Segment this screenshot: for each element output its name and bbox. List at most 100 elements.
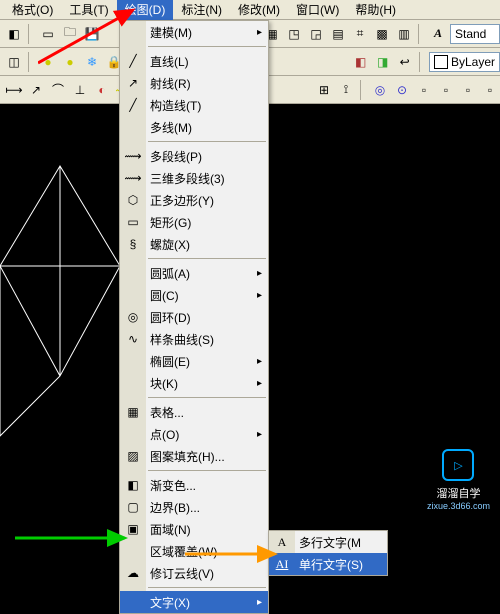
tool4-icon[interactable]: ⌗ [350,24,370,44]
tool-b-icon[interactable]: ⟟ [336,80,356,100]
submenu-arrow-icon: ▸ [257,429,262,440]
layeriso-icon[interactable]: ◧ [351,52,371,72]
submenu-arrow-icon: ▸ [257,597,262,608]
menu-label: 边界(B)... [150,499,200,516]
menu-spline[interactable]: ∿ 样条曲线(S) [120,328,268,350]
pline3d-icon: ⟿ [123,168,143,188]
tool3-icon[interactable]: ▤ [328,24,348,44]
menu-label: 直线(L) [150,53,189,70]
layeriso2-icon[interactable]: ◨ [373,52,393,72]
separator [418,24,424,44]
menu-label: 表格... [150,404,184,421]
submenu-dtext[interactable]: AI 单行文字(S) [269,553,387,575]
menu-label: 圆(C) [150,287,179,304]
tool2-icon[interactable]: ◲ [306,24,326,44]
dim-linear-icon[interactable]: ⟼ [4,80,24,100]
menu-dim[interactable]: 标注(N) [173,0,230,20]
menu-region[interactable]: ▣ 面域(N) [120,518,268,540]
submenu-arrow-icon: ▸ [257,268,262,279]
menu-hatch[interactable]: ▨ 图案填充(H)... [120,445,268,467]
menu-ellipse[interactable]: 椭圆(E) ▸ [120,350,268,372]
menu-label: 射线(R) [150,75,191,92]
menu-table[interactable]: ▦ 表格... [120,401,268,423]
menu-label: 构造线(T) [150,97,201,114]
color-combo[interactable]: ByLayer [429,52,500,72]
layprev-icon[interactable]: ↩ [395,52,415,72]
menu-label: 圆弧(A) [150,265,190,282]
menu-label: 多行文字(M [299,534,361,551]
dim-ord-icon[interactable]: ⊥ [70,80,90,100]
menu-label: 多段线(P) [150,148,202,165]
dim-aligned-icon[interactable]: ↗ [26,80,46,100]
disp1-icon[interactable]: ▫ [414,80,434,100]
menu-label: 样条曲线(S) [150,331,214,348]
menu-label: 矩形(G) [150,214,191,231]
menu-label: 多线(M) [150,119,192,136]
red-arrow-annotation [38,8,148,68]
helix-icon: § [123,234,143,254]
menu-separator [148,470,266,471]
tool-a-icon[interactable]: ⊞ [314,80,334,100]
watermark: ▷ 溜溜自学 zixue.3d66.com [427,449,490,511]
separator [360,80,366,100]
calc-icon[interactable]: ▩ [372,24,392,44]
props-icon[interactable]: ▥ [394,24,414,44]
tool1-icon[interactable]: ◳ [284,24,304,44]
submenu-arrow-icon: ▸ [257,356,262,367]
separator [28,52,34,72]
menu-block[interactable]: 块(K) ▸ [120,372,268,394]
submenu-mtext[interactable]: A 多行文字(M [269,531,387,553]
menu-label: 圆环(D) [150,309,191,326]
text-style-combo[interactable]: Stand [450,24,500,44]
rect-icon: ▭ [123,212,143,232]
menu-donut[interactable]: ◎ 圆环(D) [120,306,268,328]
disp3-icon[interactable]: ▫ [458,80,478,100]
menu-help[interactable]: 帮助(H) [347,0,404,20]
menu-modify[interactable]: 修改(M) [230,0,288,20]
green-arrow-annotation [15,523,135,553]
menu-pline[interactable]: ⟿ 多段线(P) [120,145,268,167]
flyout-icon[interactable]: ◧ [4,24,24,44]
menu-label: 三维多段线(3) [150,170,225,187]
draw-dropdown-menu: 建模(M) ▸ ╱ 直线(L) ↗ 射线(R) ╱ 构造线(T) 多线(M) ⟿… [119,20,269,614]
text-style-icon[interactable]: A [428,24,448,44]
menu-separator [148,141,266,142]
ray-icon: ↗ [123,73,143,93]
menu-boundary[interactable]: ▢ 边界(B)... [120,496,268,518]
dim-rad-icon[interactable]: ◐ [92,80,112,100]
menu-separator [148,397,266,398]
layer-tool-icon[interactable]: ◫ [4,52,24,72]
menu-pline3d[interactable]: ⟿ 三维多段线(3) [120,167,268,189]
menu-rect[interactable]: ▭ 矩形(G) [120,211,268,233]
menu-label: 面域(N) [150,521,191,538]
menu-separator [148,258,266,259]
menu-xline[interactable]: ╱ 构造线(T) [120,94,268,116]
menu-label: 正多边形(Y) [150,192,214,209]
menu-ray[interactable]: ↗ 射线(R) [120,72,268,94]
menu-label: 点(O) [150,426,179,443]
circ2-icon[interactable]: ⊙ [392,80,412,100]
menu-polygon[interactable]: ⬡ 正多边形(Y) [120,189,268,211]
disp2-icon[interactable]: ▫ [436,80,456,100]
circ1-icon[interactable]: ◎ [370,80,390,100]
menu-helix[interactable]: § 螺旋(X) [120,233,268,255]
menu-mline[interactable]: 多线(M) [120,116,268,138]
menu-label: 图案填充(H)... [150,448,225,465]
dim-arc-icon[interactable]: ⌒ [48,80,68,100]
disp4-icon[interactable]: ▫ [480,80,500,100]
menu-gradient[interactable]: ◧ 渐变色... [120,474,268,496]
menu-circle[interactable]: 圆(C) ▸ [120,284,268,306]
menu-point[interactable]: 点(O) ▸ [120,423,268,445]
menu-label: 建模(M) [150,24,192,41]
submenu-arrow-icon: ▸ [257,378,262,389]
menu-window[interactable]: 窗口(W) [288,0,347,20]
orange-arrow-annotation [185,539,285,569]
menu-label: 块(K) [150,375,178,392]
separator [419,52,425,72]
xline-icon: ╱ [123,95,143,115]
submenu-arrow-icon: ▸ [257,27,262,38]
donut-icon: ◎ [123,307,143,327]
play-icon: ▷ [442,449,474,481]
menu-text[interactable]: 文字(X) ▸ [120,591,268,613]
menu-arc[interactable]: 圆弧(A) ▸ [120,262,268,284]
